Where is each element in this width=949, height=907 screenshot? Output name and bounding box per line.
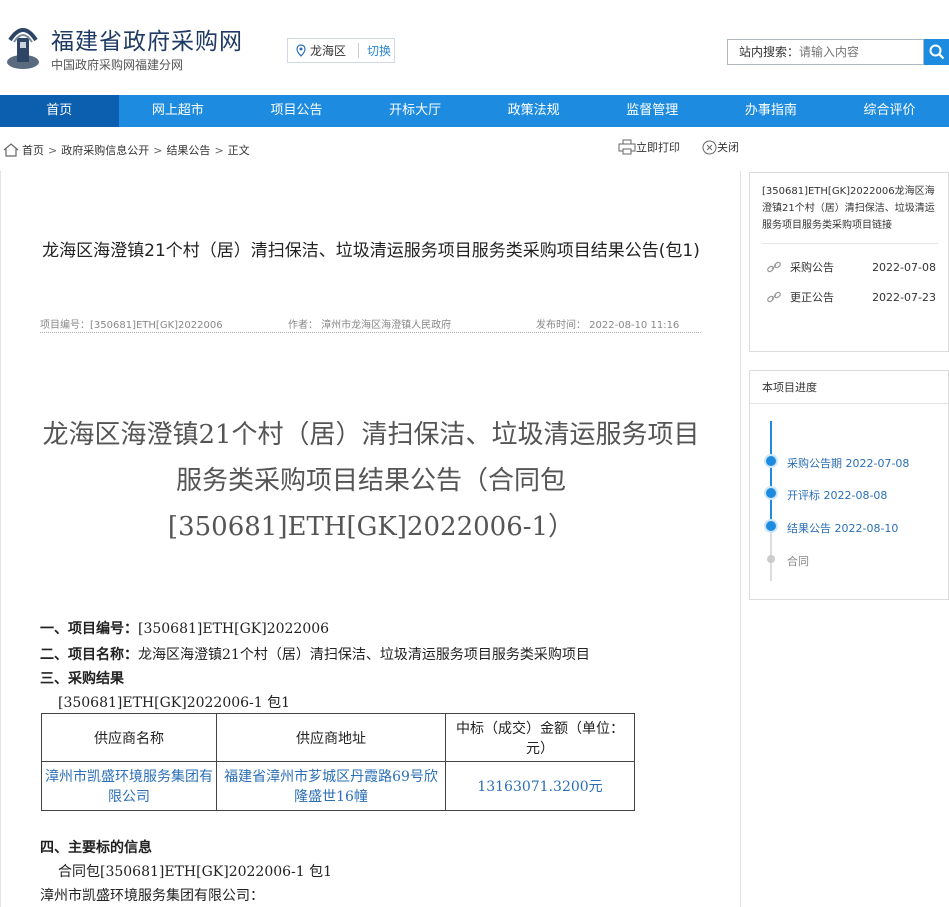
- related-links-panel: [350681]ETH[GK]2022006龙海区海澄镇21个村（居）清扫保洁、…: [749, 172, 949, 352]
- site-search: 站内搜索：: [727, 39, 949, 65]
- related-link-item[interactable]: 更正公告 2022-07-23: [766, 289, 936, 305]
- nav-item-supervision[interactable]: 监督管理: [593, 95, 712, 127]
- breadcrumb-separator: >: [214, 143, 224, 157]
- progress-dot-done: [766, 488, 776, 498]
- page-actions: 立即打印 关闭: [618, 139, 761, 155]
- link-icon: [767, 261, 781, 273]
- location-pin-icon: [296, 44, 306, 57]
- region-name: 龙海区: [310, 44, 347, 58]
- table-header-row: 供应商名称 供应商地址 中标（成交）金额（单位：元）: [41, 713, 635, 762]
- progress-step: 结果公告 2022-08-10: [787, 522, 899, 535]
- close-button[interactable]: 关闭: [702, 139, 739, 155]
- nav-item-evaluation[interactable]: 综合评价: [830, 95, 949, 127]
- progress-line-done: [770, 421, 772, 526]
- search-label: 站内搜索：: [739, 45, 800, 59]
- breadcrumb-current: 正文: [227, 144, 250, 157]
- table-header: 供应商名称: [41, 713, 217, 762]
- section-procurement-result: 三、采购结果: [40, 671, 124, 687]
- progress-title: 本项目进度: [750, 371, 948, 404]
- progress-dot-done: [766, 521, 776, 531]
- progress-dot-done: [766, 456, 776, 466]
- breadcrumb-separator: >: [48, 143, 58, 157]
- breadcrumb-separator: >: [153, 143, 163, 157]
- print-button[interactable]: 立即打印: [618, 139, 680, 155]
- supplier-address-cell: 福建省漳州市芗城区丹霞路69号欣隆盛世16幢: [216, 761, 446, 811]
- section-project-no: 一、项目编号：[350681]ETH[GK]2022006: [40, 618, 329, 638]
- emblem-logo-icon: [7, 28, 39, 69]
- section-label: 二、项目名称：: [40, 647, 138, 663]
- section-value: [350681]ETH[GK]2022006: [138, 621, 330, 637]
- home-icon: [3, 143, 19, 157]
- content-border-right: [740, 171, 741, 907]
- award-amount-cell: 13163071.3200元: [445, 761, 635, 811]
- header: 福建省政府采购网 中国政府采购网福建分网 龙海区 切换 站内搜索：: [0, 0, 949, 95]
- search-box[interactable]: 站内搜索：: [727, 39, 924, 65]
- announcement-title: 龙海区海澄镇21个村（居）清扫保洁、垃圾清运服务项目服务类采购项目结果公告（合同…: [42, 420, 700, 542]
- region-switch-link[interactable]: 切换: [367, 42, 391, 59]
- breadcrumb: 首页 > 政府采购信息公开 > 结果公告 > 正文: [0, 140, 949, 160]
- section-label: 一、项目编号：: [40, 621, 138, 637]
- progress-line-pending: [770, 526, 772, 581]
- related-link-date: 2022-07-08: [872, 260, 936, 274]
- result-table: 供应商名称 供应商地址 中标（成交）金额（单位：元） 漳州市凯盛环境服务集团有限…: [41, 713, 635, 811]
- section-main-subject: 四、主要标的信息: [40, 840, 152, 856]
- nav-item-policies[interactable]: 政策法规: [474, 95, 593, 127]
- search-button[interactable]: [924, 39, 949, 65]
- link-icon: [767, 291, 781, 303]
- site-title[interactable]: 福建省政府采购网: [51, 22, 243, 56]
- nav-item-announcements[interactable]: 项目公告: [237, 95, 356, 127]
- table-row: 漳州市凯盛环境服务集团有限公司 福建省漳州市芗城区丹霞路69号欣隆盛世16幢 1…: [41, 761, 635, 811]
- progress-dot-pending: [767, 555, 775, 563]
- meta-project-no: 项目编号：[350681]ETH[GK]2022006: [40, 320, 223, 331]
- table-header: 中标（成交）金额（单位：元）: [445, 713, 635, 762]
- related-link-date: 2022-07-23: [872, 290, 936, 304]
- package-line: [350681]ETH[GK]2022006-1 包1: [58, 695, 291, 711]
- related-link-item[interactable]: 采购公告 2022-07-08: [766, 259, 936, 275]
- document-title: 龙海区海澄镇21个村（居）清扫保洁、垃圾清运服务项目服务类采购项目结果公告(包1…: [42, 241, 700, 261]
- breadcrumb-result-notices[interactable]: 结果公告: [166, 142, 210, 158]
- progress-step: 开评标 2022-08-08: [787, 489, 888, 502]
- breadcrumb-info-disclosure[interactable]: 政府采购信息公开: [61, 142, 149, 158]
- related-links-title: [350681]ETH[GK]2022006龙海区海澄镇21个村（居）清扫保洁、…: [762, 186, 935, 231]
- nav-item-bid-hall[interactable]: 开标大厅: [356, 95, 475, 127]
- search-input[interactable]: [799, 45, 910, 59]
- section-project-name: 二、项目名称：龙海区海澄镇21个村（居）清扫保洁、垃圾清运服务项目服务类采购项目: [40, 644, 590, 664]
- meta-author: 作者： 漳州市龙海区海澄镇人民政府: [288, 320, 452, 331]
- supplier-name-cell[interactable]: 漳州市凯盛环境服务集团有限公司: [41, 761, 217, 811]
- related-link-label: 采购公告: [790, 261, 834, 274]
- printer-icon: [618, 139, 636, 155]
- project-progress-panel: 本项目进度 采购公告期 2022-07-08 开评标 2022-08-08 结果…: [749, 370, 949, 600]
- table-header: 供应商地址: [216, 713, 446, 762]
- nav-item-home[interactable]: 首页: [0, 95, 119, 127]
- site-subtitle: 中国政府采购网福建分网: [51, 58, 184, 72]
- search-icon: [929, 44, 944, 60]
- subject-supplier-line: 漳州市凯盛环境服务集团有限公司：: [40, 888, 264, 904]
- nav-item-online-mall[interactable]: 网上超市: [119, 95, 238, 127]
- main-nav: 首页 网上超市 项目公告 开标大厅 政策法规 监督管理 办事指南 综合评价: [0, 95, 949, 127]
- related-link-label: 更正公告: [790, 291, 834, 304]
- region-divider: [358, 43, 360, 58]
- close-label: 关闭: [717, 141, 739, 154]
- document-meta: 项目编号：[350681]ETH[GK]2022006 作者： 漳州市龙海区海澄…: [40, 316, 701, 333]
- progress-step: 合同: [787, 555, 809, 568]
- breadcrumb-home[interactable]: 首页: [22, 142, 44, 158]
- nav-item-guide[interactable]: 办事指南: [712, 95, 831, 127]
- region-selector[interactable]: 龙海区 切换: [287, 38, 395, 63]
- related-links-divider: [762, 243, 938, 244]
- meta-publish-time: 发布时间： 2022-08-10 11:16: [536, 320, 680, 331]
- print-label: 立即打印: [636, 141, 680, 154]
- subject-package-line: 合同包[350681]ETH[GK]2022006-1 包1: [58, 864, 333, 880]
- progress-step: 采购公告期 2022-07-08: [787, 457, 910, 470]
- section-value: 龙海区海澄镇21个村（居）清扫保洁、垃圾清运服务项目服务类采购项目: [138, 647, 590, 663]
- content-border-left: [0, 171, 1, 907]
- close-icon: [702, 140, 717, 154]
